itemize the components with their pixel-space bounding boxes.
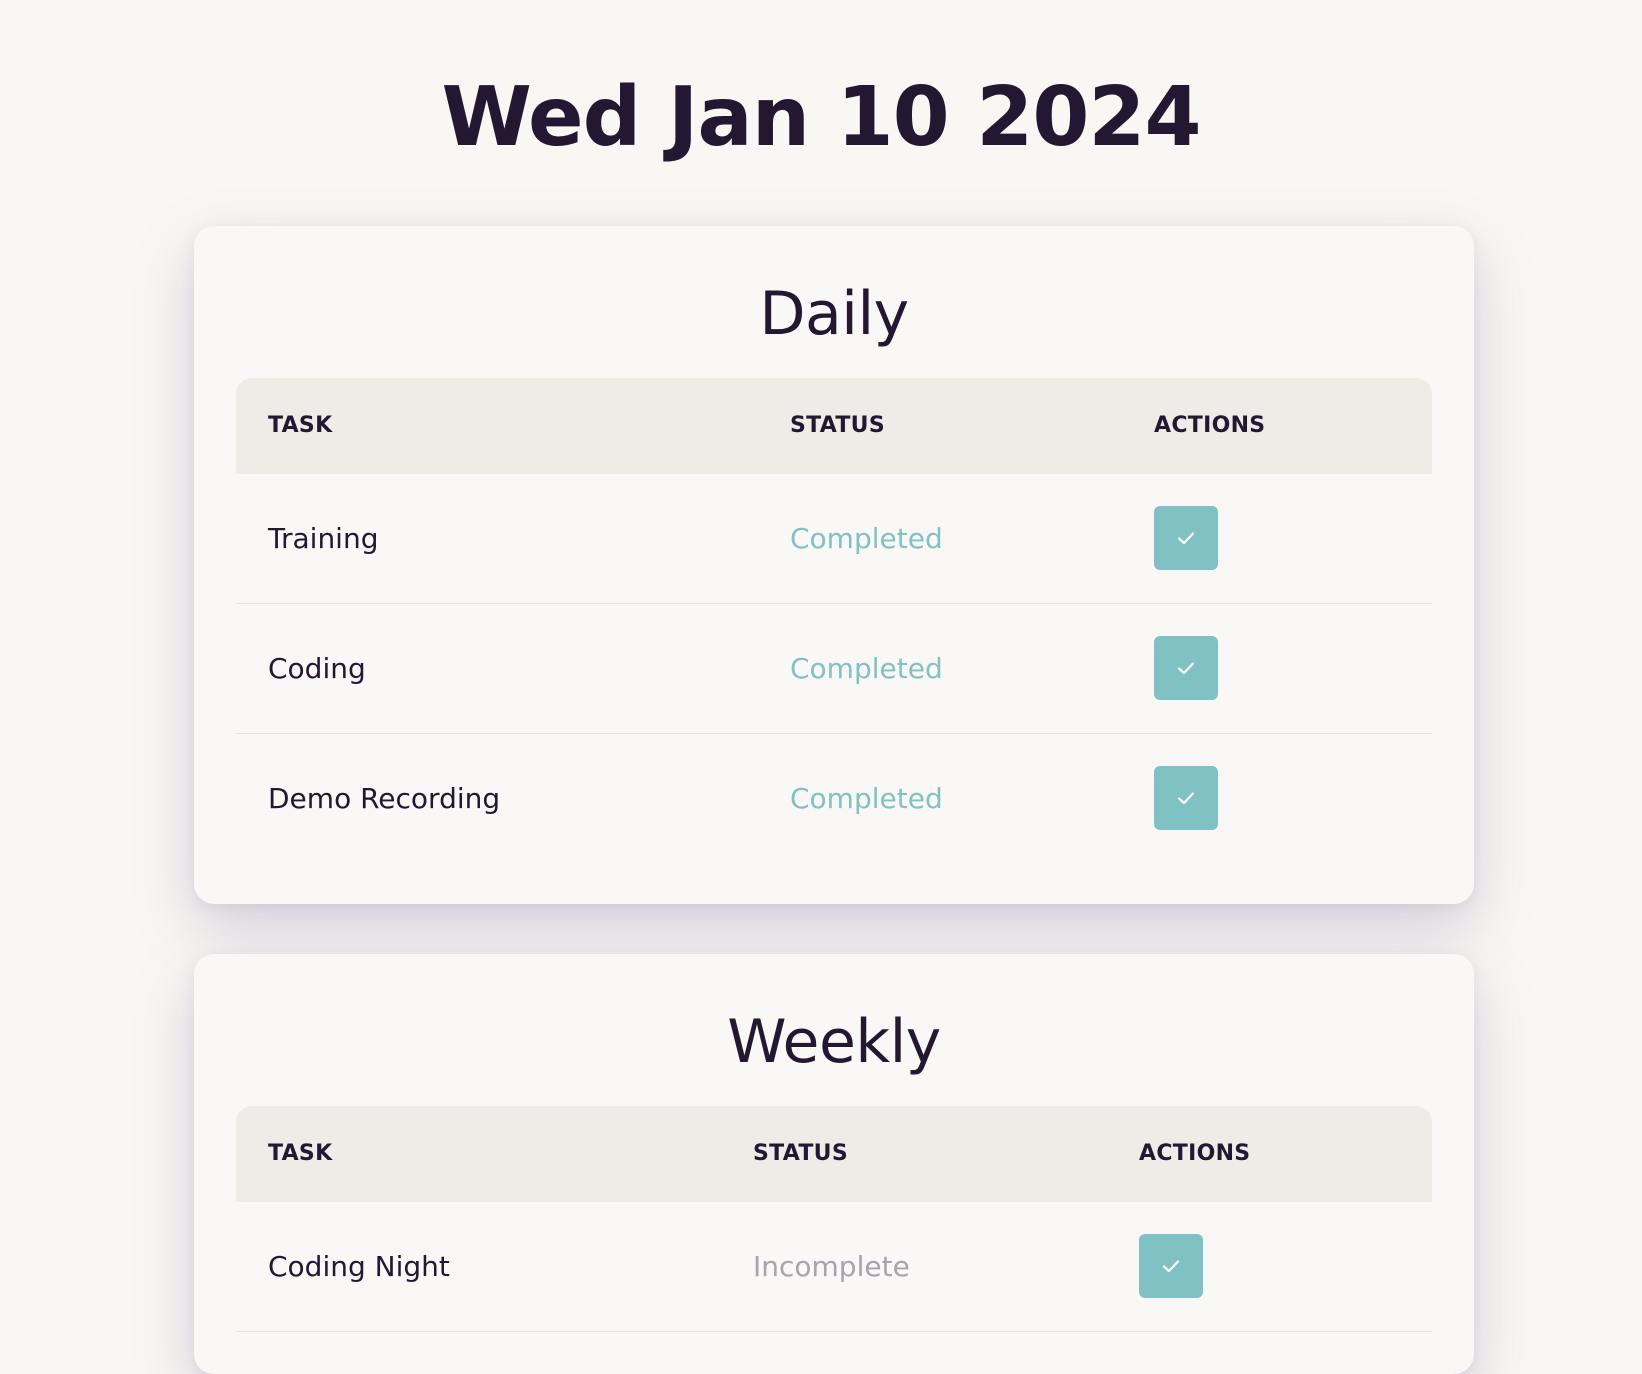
section-title: Daily	[759, 279, 909, 349]
page-title: Wed Jan 10 2024	[441, 70, 1201, 165]
task-table: TASK STATUS ACTIONS Training Completed C…	[236, 378, 1432, 863]
mark-complete-button[interactable]	[1154, 636, 1218, 700]
check-icon	[1177, 662, 1195, 675]
column-header-status: STATUS	[753, 1141, 848, 1166]
section-title: Weekly	[727, 1007, 941, 1077]
status-text: Completed	[790, 652, 943, 685]
status-text: Completed	[790, 522, 943, 555]
check-icon	[1177, 792, 1195, 805]
column-header-task: TASK	[268, 413, 333, 438]
task-table: TASK STATUS ACTIONS Coding Night Incompl…	[236, 1106, 1432, 1332]
column-header-task: TASK	[268, 1141, 333, 1166]
table-header: TASK STATUS ACTIONS	[236, 378, 1432, 474]
column-header-status: STATUS	[790, 413, 885, 438]
table-row: Coding Night Incomplete	[236, 1202, 1432, 1332]
status-text: Completed	[790, 782, 943, 815]
mark-complete-button[interactable]	[1154, 766, 1218, 830]
check-icon	[1177, 532, 1195, 545]
status-text: Incomplete	[753, 1250, 910, 1283]
task-name: Demo Recording	[268, 782, 501, 815]
task-name: Coding	[268, 652, 366, 685]
weekly-section: Weekly TASK STATUS ACTIONS Coding Night …	[194, 954, 1474, 1374]
column-header-actions: ACTIONS	[1154, 413, 1266, 438]
mark-complete-button[interactable]	[1154, 506, 1218, 570]
table-header: TASK STATUS ACTIONS	[236, 1106, 1432, 1202]
daily-section: Daily TASK STATUS ACTIONS Training Compl…	[194, 226, 1474, 904]
table-row: Demo Recording Completed	[236, 734, 1432, 863]
task-name: Coding Night	[268, 1250, 450, 1283]
table-row: Training Completed	[236, 474, 1432, 604]
mark-complete-button[interactable]	[1139, 1234, 1203, 1298]
check-icon	[1162, 1260, 1180, 1273]
task-name: Training	[268, 522, 379, 555]
column-header-actions: ACTIONS	[1139, 1141, 1251, 1166]
table-row: Coding Completed	[236, 604, 1432, 734]
